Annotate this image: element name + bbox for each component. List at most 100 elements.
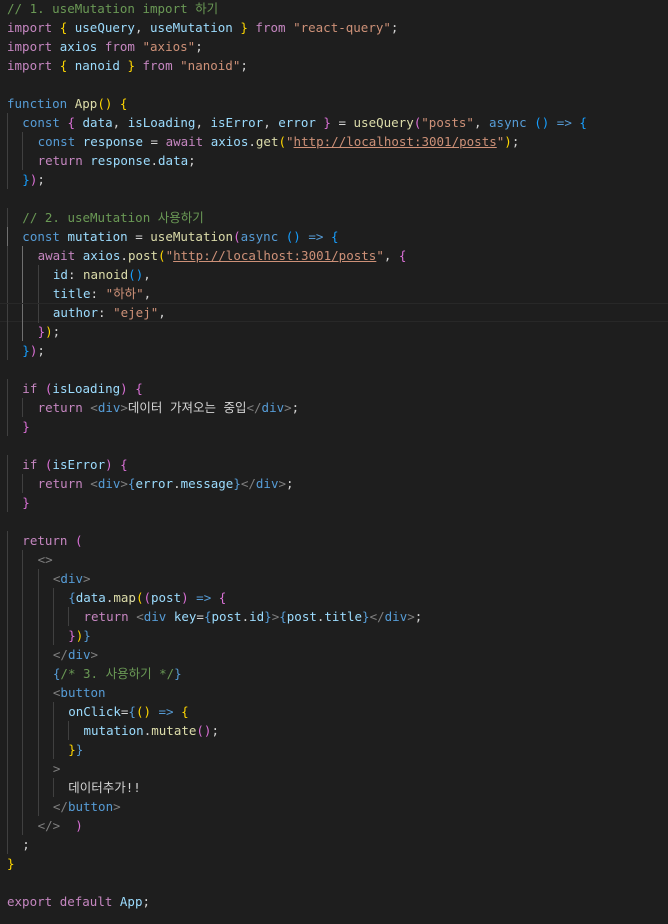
code-token: </> [37, 818, 61, 833]
code-line[interactable]: import axios from "axios"; [0, 37, 668, 56]
code-token: response [82, 134, 143, 149]
code-line-content: </> ) [38, 816, 83, 835]
code-token: "하하" [105, 286, 144, 301]
code-line[interactable]: {data.map((post) => { [0, 588, 668, 607]
code-line[interactable]: }); [0, 341, 668, 360]
indent-guide [22, 474, 24, 493]
code-line[interactable]: author: "ejej", [0, 303, 668, 323]
code-line[interactable]: ; [0, 835, 668, 854]
code-line[interactable]: > [0, 759, 668, 778]
code-token: } [83, 628, 91, 643]
code-line[interactable] [0, 75, 668, 94]
code-token: < [90, 400, 98, 415]
code-token: , [195, 115, 211, 130]
indent-guide [22, 778, 24, 797]
code-line[interactable]: import { useQuery, useMutation } from "r… [0, 18, 668, 37]
code-token: ; [37, 172, 45, 187]
code-token: > [407, 609, 415, 624]
code-line[interactable]: const response = await axios.get("http:/… [0, 132, 668, 151]
code-token: return [37, 476, 83, 491]
code-line[interactable]: mutation.mutate(); [0, 721, 668, 740]
code-token: ; [291, 400, 300, 415]
code-line[interactable]: const { data, isLoading, isError, error … [0, 113, 668, 132]
code-line[interactable]: export default App; [0, 892, 668, 911]
code-line[interactable]: <div> [0, 569, 668, 588]
code-token: ; [286, 476, 294, 491]
code-token: } [174, 666, 182, 681]
code-line[interactable]: onClick={() => { [0, 702, 668, 721]
code-line-content: if (isLoading) { [22, 379, 142, 398]
code-line-content: }} [68, 740, 83, 759]
code-token: . [150, 153, 159, 168]
code-line[interactable] [0, 360, 668, 379]
code-line[interactable]: // 1. useMutation import 하기 [0, 0, 668, 18]
code-line[interactable]: } [0, 493, 668, 512]
code-line[interactable]: return <div>{error.message}</div>; [0, 474, 668, 493]
code-line[interactable]: })} [0, 626, 668, 645]
code-line[interactable]: </> ) [0, 816, 668, 835]
code-line[interactable]: title: "하하", [0, 284, 668, 303]
code-line[interactable]: if (isLoading) { [0, 379, 668, 398]
code-token: /* 3. 사용하기 */ [60, 666, 175, 681]
code-token: data [75, 590, 106, 605]
code-line[interactable] [0, 189, 668, 208]
code-token: ( [233, 229, 241, 244]
code-line-content: import axios from "axios"; [7, 37, 203, 56]
code-line[interactable] [0, 873, 668, 892]
code-line[interactable]: return <div key={post.id}>{post.title}</… [0, 607, 668, 626]
indent-guide [37, 721, 39, 740]
code-editor[interactable]: // 1. useMutation import 하기 import { useQ… [0, 0, 668, 924]
code-token: => [556, 115, 572, 130]
code-token: ( [74, 533, 83, 548]
indent-guide [7, 569, 8, 588]
code-line[interactable]: return ( [0, 531, 668, 550]
code-line-content: return response.data; [38, 151, 196, 170]
code-line[interactable]: }); [0, 322, 668, 341]
code-token: { [218, 590, 227, 605]
code-line[interactable]: // 2. useMutation 사용하기 [0, 208, 668, 227]
code-token: "nanoid" [180, 58, 241, 73]
code-line[interactable]: const mutation = useMutation(async () =>… [0, 227, 668, 246]
code-line[interactable] [0, 512, 668, 531]
code-token: { [135, 381, 143, 396]
code-line-content: ; [22, 835, 30, 854]
code-line[interactable]: </div> [0, 645, 668, 664]
indent-guide [37, 797, 39, 816]
code-line[interactable]: if (isError) { [0, 455, 668, 474]
code-token: > [52, 761, 61, 776]
code-line[interactable]: {/* 3. 사용하기 */} [0, 664, 668, 683]
code-token: 데이터추가!! [68, 780, 141, 795]
code-token: "ejej" [113, 305, 159, 320]
code-line[interactable]: import { nanoid } from "nanoid"; [0, 56, 668, 75]
code-line[interactable]: }} [0, 740, 668, 759]
code-line-content: const response = await axios.get("http:/… [38, 132, 520, 151]
indent-guide [22, 797, 24, 816]
code-line[interactable]: return response.data; [0, 151, 668, 170]
code-line[interactable]: }); [0, 170, 668, 189]
code-token: error [135, 476, 174, 491]
indent-guide [37, 626, 39, 645]
code-token: axios [210, 134, 249, 149]
indent-guide [7, 797, 8, 816]
code-line[interactable]: } [0, 417, 668, 436]
code-line-content: return <div>데이터 가져오는 중입</div>; [38, 398, 300, 417]
code-line[interactable]: await axios.post("http://localhost:3001/… [0, 246, 668, 265]
code-token: { [67, 115, 75, 130]
code-line[interactable]: </button> [0, 797, 668, 816]
code-line-content: })} [68, 626, 91, 645]
code-line[interactable]: id: nanoid(), [0, 265, 668, 284]
code-token: > [113, 799, 121, 814]
code-line[interactable]: <button [0, 683, 668, 702]
code-line[interactable]: <> [0, 550, 668, 569]
code-token: post [127, 248, 159, 263]
code-token: title [52, 286, 91, 301]
code-token: export [7, 894, 53, 909]
code-line[interactable] [0, 436, 668, 455]
code-line[interactable]: 데이터추가!! [0, 778, 668, 797]
code-line[interactable]: return <div>데이터 가져오는 중입</div>; [0, 398, 668, 417]
code-line[interactable]: } [0, 854, 668, 873]
code-line[interactable]: function App() { [0, 94, 668, 113]
